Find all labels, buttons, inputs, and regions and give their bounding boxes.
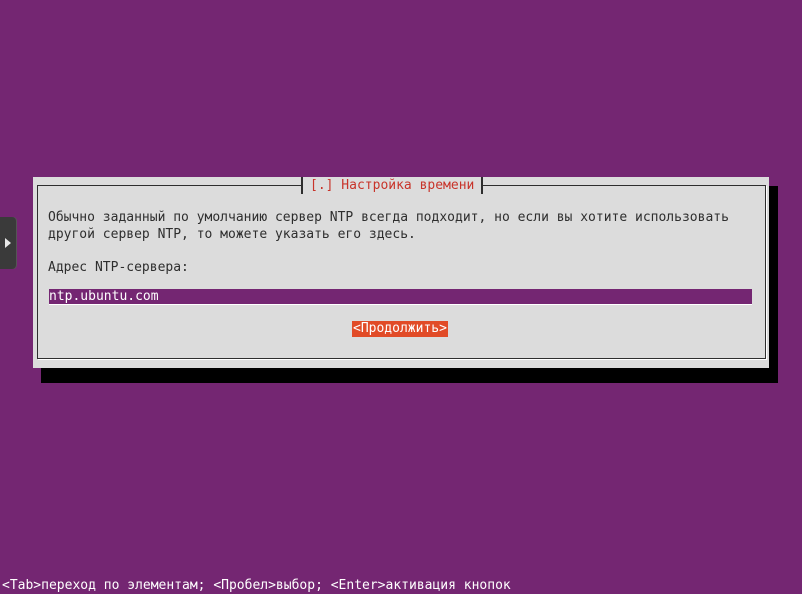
dialog-title: [.] Настройка времени bbox=[301, 177, 484, 194]
ntp-server-input[interactable] bbox=[49, 289, 752, 305]
status-bar-hint: <Tab>переход по элементам; <Пробел>выбор… bbox=[2, 578, 511, 593]
side-panel-toggle[interactable] bbox=[0, 217, 16, 269]
dialog-description: Обычно заданный по умолчанию сервер NTP … bbox=[48, 209, 729, 243]
description-line-2: другой сервер NTP, то можете указать его… bbox=[48, 227, 416, 242]
time-settings-dialog: [.] Настройка времени Обычно заданный по… bbox=[33, 177, 769, 368]
continue-button[interactable]: <Продолжить> bbox=[352, 321, 448, 337]
ntp-server-label: Адрес NTP-сервера: bbox=[48, 260, 189, 275]
chevron-right-icon bbox=[5, 238, 11, 248]
description-line-1: Обычно заданный по умолчанию сервер NTP … bbox=[48, 210, 729, 225]
